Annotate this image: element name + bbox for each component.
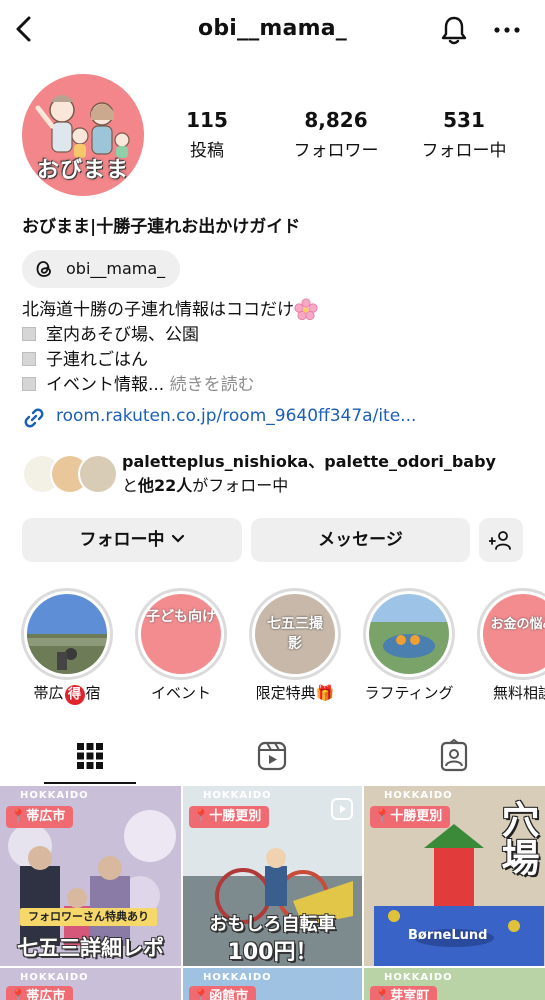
cherry-blossom-icon [294,298,318,320]
highlight-label-head: 帯広 [33,684,64,702]
square-bullet-icon [22,352,36,366]
pin-text: 帯広市 [26,989,66,1000]
pin-text: 十勝更別 [390,809,443,824]
add-person-icon [489,531,511,550]
bio-text-4: イベント情報... [46,375,165,395]
add-person-button[interactable] [479,518,523,562]
link-icon [24,408,44,428]
mutual-pre: と [122,476,139,495]
location-pin-label: 📍芽室町 [370,986,438,1000]
mutual-followers-text: paletteplus_nishioka、palette_odori_baby … [122,450,496,498]
highlight-cover-text: 子ども向け [146,609,216,625]
display-name: おびまま|十勝子連れお出かけガイド [22,217,301,237]
location-pin-label: 📍十勝更別 [370,806,451,828]
profile-link[interactable]: room.rakuten.co.jp/room_9640ff347a/ite..… [22,404,532,430]
highlight-cover: 七五三撮影 [255,594,335,674]
profile-tabs [0,726,545,786]
pin-text: 帯広市 [26,809,66,824]
post-region: HOKKAIDO [384,972,453,983]
threads-badge[interactable]: obi__mama_ [22,250,180,288]
stat-followers[interactable]: 8,826 フォロワー [276,108,396,161]
post-tile[interactable]: HOKKAIDO 📍十勝更別 穴場 BørneLund [364,786,545,966]
read-more-link[interactable]: 続きを読む [170,375,255,395]
location-pin-label: 📍帯広市 [6,986,74,1000]
top-bar: obi__mama_ [0,0,545,62]
bell-icon[interactable] [438,14,470,46]
bio-line-4: イベント情報... 続きを読む [22,373,522,398]
post-title: 七五三詳細レポ [17,936,164,960]
post-tile[interactable]: HOKKAIDO 📍帯広市 フォロワーさん特典あり 七五三詳細レポ [0,786,181,966]
stat-following[interactable]: 531 フォロー中 [404,108,524,161]
highlight-label: イベント [150,684,211,702]
ellipsis-icon[interactable] [492,16,522,44]
bio-text-2: 室内あそび場、公園 [46,325,199,345]
post-tile[interactable]: HOKKAIDO 📍十勝更別 おもしろ自転車 100円！ [183,786,362,966]
post-region: HOKKAIDO [203,972,272,983]
highlight-label: 帯広得宿 [1,682,133,705]
bio-line-2: 室内あそび場、公園 [22,323,522,348]
following-label: フォロー中 [421,141,507,161]
mutual-followers[interactable]: paletteplus_nishioka、palette_odori_baby … [22,448,532,500]
mutual-names: paletteplus_nishioka、palette_odori_baby [122,452,496,471]
highlight-cover: 子ども向け [141,594,221,674]
posts-count: 115 [186,108,228,132]
post-tile[interactable]: HOKKAIDO 📍芽室町 [364,968,545,1000]
threads-handle: obi__mama_ [66,259,166,278]
avatar-logo-text: おびまま [36,158,129,183]
mutual-others: 他22人 [138,476,193,495]
following-button-label: フォロー中 [79,530,165,550]
toku-badge-icon: 得 [64,685,85,705]
active-tab-indicator [44,782,136,784]
highlight-cover-text: 七五三撮影 [267,616,323,652]
following-count: 531 [443,108,485,132]
post-tile[interactable]: HOKKAIDO 📍函館市 [183,968,362,1000]
location-pin-label: 📍函館市 [189,986,257,1000]
post-title: 穴場 [495,800,539,876]
link-url[interactable]: room.rakuten.co.jp/room_9640ff347a/ite..… [56,406,416,426]
highlight-label: 限定特典🎁 [255,684,335,702]
location-pin-label: 📍十勝更別 [189,806,270,828]
mutual-post: がフォロー中 [192,476,289,495]
message-button-label: メッセージ [318,530,403,550]
following-button[interactable]: フォロー中 [22,518,242,562]
post-banner: フォロワーさん特典あり [20,908,157,926]
post-region: HOKKAIDO [384,790,453,801]
bio-text-3: 子連れごはん [46,350,148,370]
grid-icon[interactable] [72,738,108,774]
post-region: HOKKAIDO [20,790,89,801]
post-region: HOKKAIDO [203,790,272,801]
message-button[interactable]: メッセージ [251,518,470,562]
post-subtitle: 100円！ [227,940,318,965]
tagged-icon[interactable] [436,738,472,774]
stat-posts[interactable]: 115 投稿 [147,108,267,161]
square-bullet-icon [22,377,36,391]
followers-count: 8,826 [304,108,368,132]
followers-label: フォロワー [293,141,379,161]
threads-icon [36,261,51,277]
chevron-down-icon [171,534,184,543]
bio-line-1: 北海道十勝の子連れ情報はココだけ [22,298,522,323]
bio-text-1: 北海道十勝の子連れ情報はココだけ [22,300,294,320]
pin-text: 函館市 [209,989,249,1000]
follower-avatar [78,454,118,494]
profile-avatar[interactable]: おびまま [22,74,144,196]
highlight-cover [369,594,449,674]
bio-line-3: 子連れごはん [22,348,522,373]
highlight-label: 無料相談 [492,684,545,702]
post-title: おもしろ自転車 [209,914,336,935]
square-bullet-icon [22,327,36,341]
posts-label: 投稿 [190,141,224,161]
post-tile[interactable]: HOKKAIDO 📍帯広市 [0,968,181,1000]
reels-icon [331,798,353,820]
pin-text: 芽室町 [390,989,430,1000]
post-region: HOKKAIDO [20,972,89,983]
highlight-label-tail: 宿 [85,684,101,702]
pin-text: 十勝更別 [209,809,262,824]
highlight-cover-text: お金の悩み [490,617,545,632]
highlight-label: ラフティング [364,684,454,702]
reels-icon[interactable] [254,738,290,774]
highlight-cover [27,594,107,674]
post-sign: BørneLund [408,928,488,943]
location-pin-label: 📍帯広市 [6,806,74,828]
